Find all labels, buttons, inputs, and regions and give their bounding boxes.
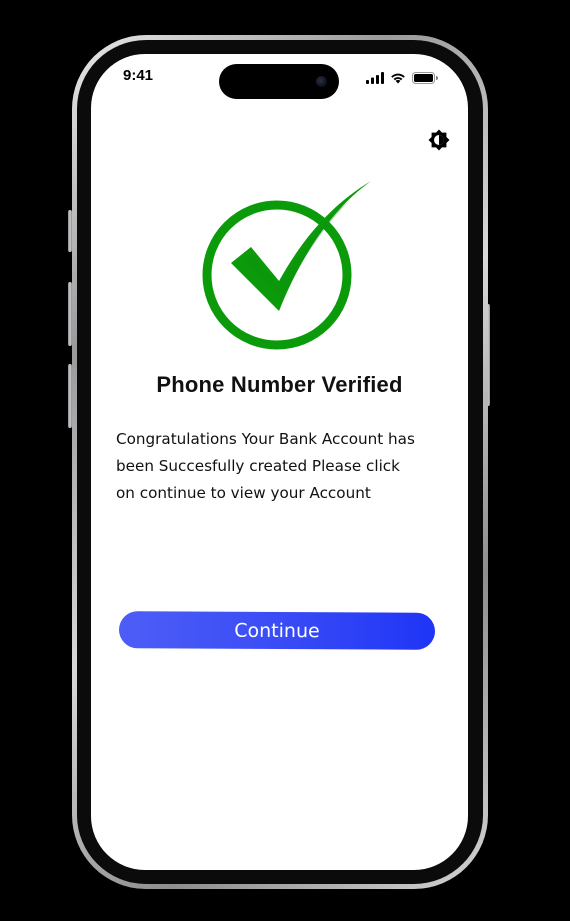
check-circle-icon	[202, 181, 371, 350]
phone-screen: 9:41 Phone Number Verified Congratulatio…	[91, 54, 468, 870]
app-stage: 9:41 Phone Number Verified Congratulatio…	[0, 0, 570, 921]
continue-button[interactable]: Continue	[118, 611, 436, 650]
status-time: 9:41	[123, 67, 154, 84]
wifi-icon	[391, 73, 405, 84]
cellular-signal-icon	[366, 72, 384, 84]
message-line: been Succesfully created Please click	[116, 457, 400, 475]
battery-icon	[412, 72, 438, 84]
success-message: Congratulations Your Bank Account has be…	[116, 426, 446, 507]
message-line: on continue to view your Account	[116, 484, 371, 502]
front-camera-icon	[316, 76, 327, 87]
status-icons	[366, 72, 438, 84]
message-line: Congratulations Your Bank Account has	[116, 430, 415, 448]
brightness-contrast-icon[interactable]	[427, 128, 451, 152]
dynamic-island	[219, 64, 339, 99]
page-title: Phone Number Verified	[156, 372, 403, 397]
